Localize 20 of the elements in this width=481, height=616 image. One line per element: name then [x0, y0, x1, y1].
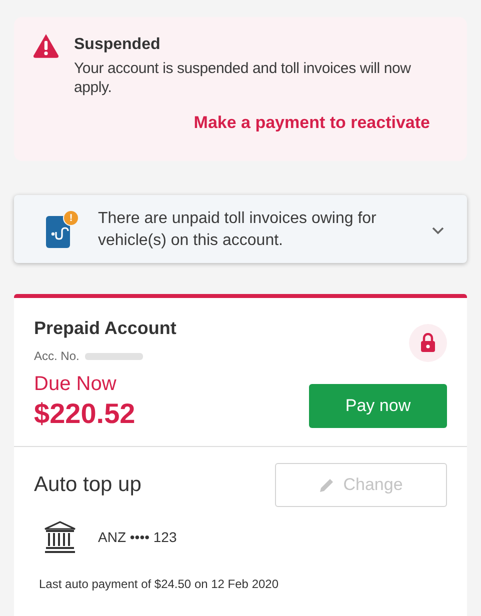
- notice-card[interactable]: ! There are unpaid toll invoices owing for vehicle(s) on this account.: [14, 195, 467, 263]
- due-label: Due Now: [34, 373, 118, 396]
- pencil-icon: [319, 477, 334, 493]
- bank-account: ANZ •••• 123: [98, 529, 177, 545]
- due-amount: $220.52: [34, 398, 136, 430]
- alert-badge: !: [63, 210, 79, 226]
- last-payment-text: Last auto payment of $24.50 on 12 Feb 2020: [38, 577, 280, 591]
- lock-icon: [420, 333, 436, 353]
- pay-now-button[interactable]: Pay now: [309, 384, 447, 428]
- phone-route-icon: [46, 214, 70, 248]
- redacted-bar: [85, 350, 144, 362]
- account-title: Prepaid Account: [34, 318, 176, 339]
- alert-title: Suspended: [74, 36, 162, 54]
- bank-icon: [44, 521, 76, 553]
- reactivate-link[interactable]: Make a payment to reactivate: [194, 113, 430, 133]
- section-title: Auto top up: [34, 473, 142, 497]
- notice-text: There are unpaid toll invoices owing for vehicle(s) on this account.: [98, 209, 378, 251]
- account-number-label: Acc. No.: [34, 349, 80, 363]
- alert-message: Your account is suspended and toll invoices will now apply.: [74, 59, 412, 97]
- warning-icon: [32, 33, 60, 59]
